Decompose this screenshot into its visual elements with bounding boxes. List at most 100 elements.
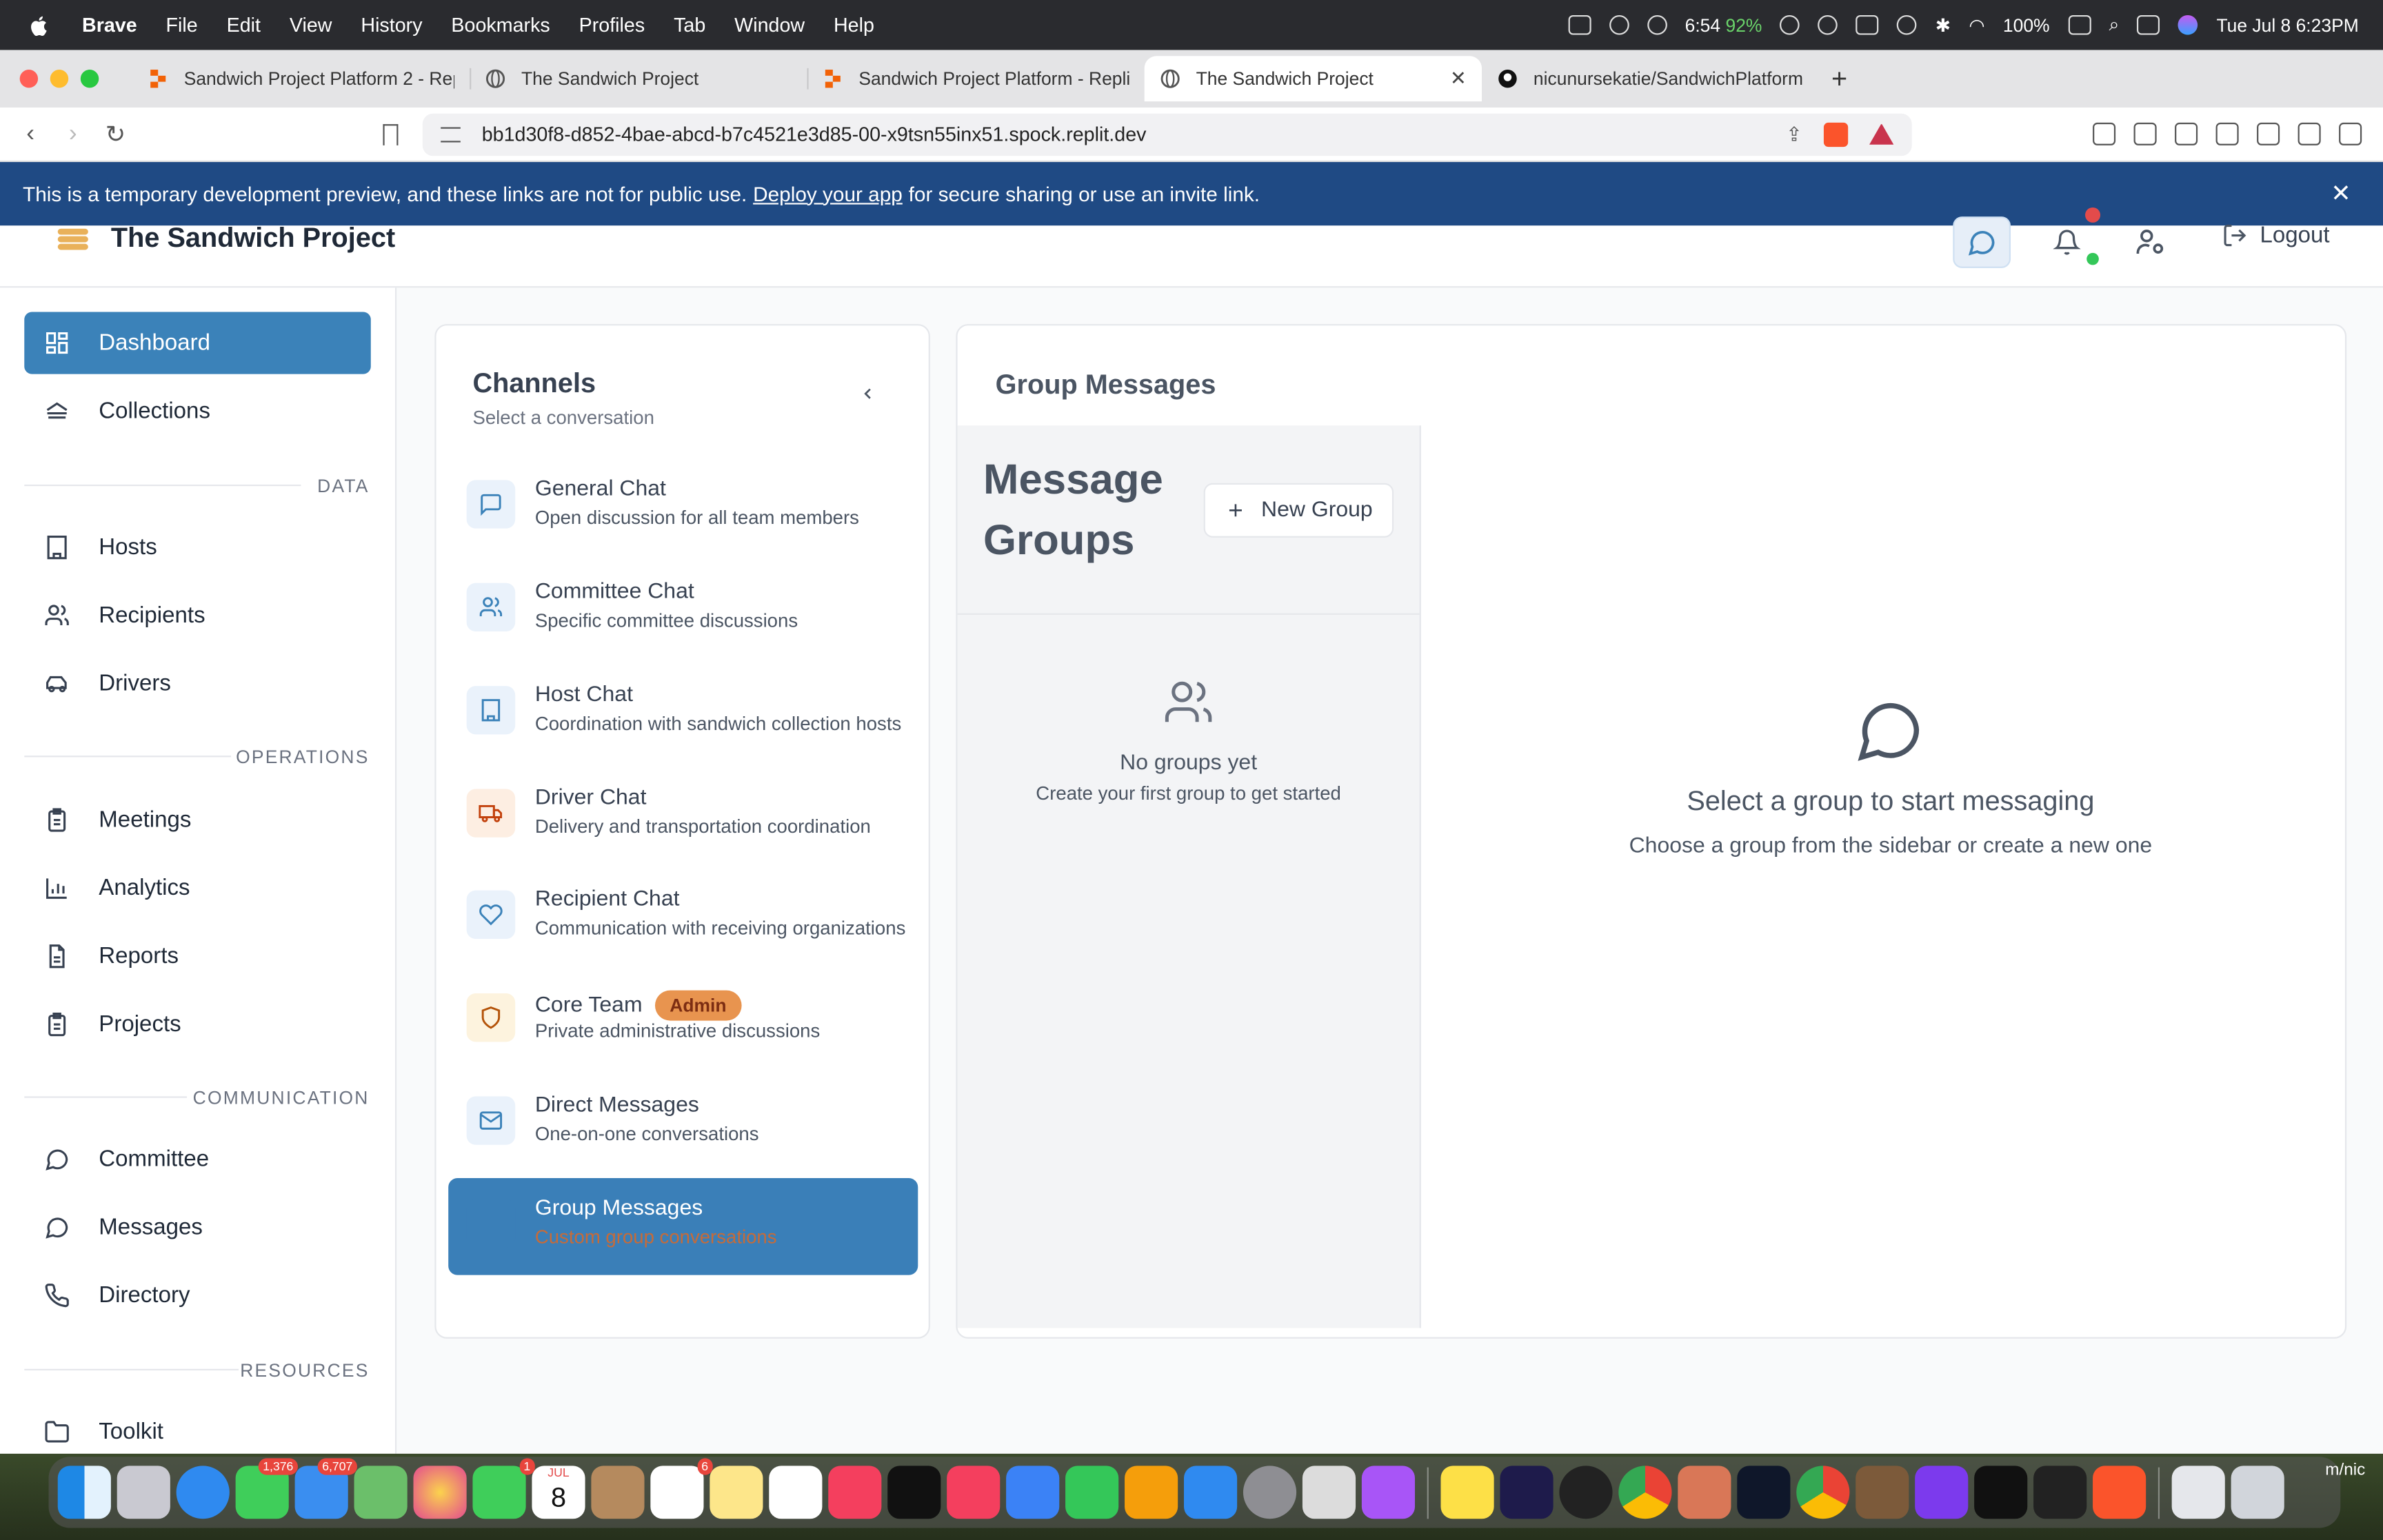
browser-tab[interactable]: Sandwich Project Platform 2 - Repl: [132, 56, 470, 101]
menu-tab[interactable]: Tab: [674, 14, 705, 37]
channel-driver-chat[interactable]: Driver Chat Delivery and transportation …: [448, 768, 918, 865]
channel-recipient-chat[interactable]: Recipient Chat Communication with receiv…: [448, 869, 918, 966]
channel-group-messages[interactable]: Group Messages Custom group conversation…: [448, 1178, 918, 1275]
forward-icon[interactable]: ›: [61, 121, 85, 148]
menu-icon[interactable]: [2339, 122, 2362, 145]
tv-icon[interactable]: [887, 1466, 941, 1519]
messages-icon[interactable]: 1,376: [235, 1458, 299, 1519]
sidebar-item-recipients[interactable]: Recipients: [24, 585, 371, 647]
minimize-window-button[interactable]: [50, 70, 69, 88]
trash-icon[interactable]: [2231, 1466, 2284, 1519]
user-settings-button[interactable]: [2122, 216, 2180, 268]
photos-icon[interactable]: [413, 1466, 467, 1519]
apple-icon[interactable]: [28, 13, 52, 37]
keynote-icon[interactable]: [1006, 1466, 1060, 1519]
numbers-icon[interactable]: [1065, 1466, 1119, 1519]
collapse-chevron-left-icon[interactable]: [858, 383, 876, 407]
system-settings-icon[interactable]: [1243, 1466, 1297, 1519]
menu-help[interactable]: Help: [834, 14, 874, 37]
freeform-icon[interactable]: [769, 1466, 823, 1519]
maps-icon[interactable]: [354, 1466, 408, 1519]
app-icon[interactable]: [1915, 1466, 1969, 1519]
channel-general-chat[interactable]: General Chat Open discussion for all tea…: [448, 459, 918, 556]
sidebar-item-messages[interactable]: Messages: [24, 1196, 371, 1258]
feedback-icon[interactable]: [1361, 1466, 1416, 1519]
channel-committee-chat[interactable]: Committee Chat Specific committee discus…: [448, 562, 918, 659]
app-icon[interactable]: [1500, 1466, 1554, 1519]
sidebar-item-directory[interactable]: Directory: [24, 1264, 371, 1326]
app-icon[interactable]: [2033, 1466, 2087, 1519]
sidebar-item-dashboard[interactable]: Dashboard: [24, 312, 371, 374]
new-group-button[interactable]: New Group: [1203, 483, 1394, 538]
sidebar-item-reports[interactable]: Reports: [24, 925, 371, 987]
siri-icon[interactable]: [2178, 14, 2198, 35]
channel-direct-messages[interactable]: Direct Messages One-on-one conversations: [448, 1075, 918, 1173]
back-icon[interactable]: ‹: [18, 121, 42, 148]
sidebar-item-projects[interactable]: Projects: [24, 993, 371, 1055]
site-settings-icon[interactable]: [441, 126, 461, 142]
vpn-icon[interactable]: [2297, 122, 2321, 145]
leo-icon[interactable]: [2257, 122, 2280, 145]
wifi-icon[interactable]: ◠: [1969, 14, 1984, 36]
menu-file[interactable]: File: [166, 14, 198, 37]
share-icon[interactable]: ⇪: [1786, 122, 1802, 146]
sidebar-item-hosts[interactable]: Hosts: [24, 516, 371, 578]
wallet-icon[interactable]: [2215, 122, 2239, 145]
airdrop-icon[interactable]: [1897, 14, 1918, 35]
activity-monitor-icon[interactable]: [1737, 1466, 1791, 1519]
reader-icon[interactable]: [2133, 122, 2157, 145]
menu-view[interactable]: View: [290, 14, 332, 37]
browser-tab[interactable]: The Sandwich Project: [470, 56, 807, 101]
sidebar-item-drivers[interactable]: Drivers: [24, 653, 371, 715]
menu-window[interactable]: Window: [734, 14, 805, 37]
chatgpt-icon[interactable]: [1559, 1466, 1613, 1519]
status-app-icon[interactable]: [1647, 14, 1667, 35]
reload-icon[interactable]: ↻: [103, 119, 128, 149]
battery-readout[interactable]: 100%: [2003, 14, 2050, 36]
mail-icon[interactable]: 6,707: [294, 1458, 357, 1519]
url-field[interactable]: bb1d30f8-d852-4bae-abcd-b7c4521e3d85-00-…: [422, 112, 1912, 156]
close-banner-icon[interactable]: ✕: [2331, 179, 2351, 209]
browser-tab[interactable]: Sandwich Project Platform - Replit: [807, 56, 1144, 101]
pages-icon[interactable]: [1125, 1466, 1178, 1519]
control-center-icon[interactable]: [2137, 14, 2160, 35]
zoom-window-button[interactable]: [80, 70, 99, 88]
contacts-icon[interactable]: [591, 1466, 645, 1519]
music-icon[interactable]: [828, 1466, 882, 1519]
launchpad-icon[interactable]: [117, 1466, 170, 1519]
finder-icon[interactable]: [57, 1466, 111, 1519]
status-app-icon[interactable]: [1609, 14, 1629, 35]
bookmark-icon[interactable]: [383, 123, 399, 145]
menu-profiles[interactable]: Profiles: [579, 14, 645, 37]
browser-tab[interactable]: nicunursekatie/SandwichPlatform:: [1482, 56, 1819, 101]
sidebar-item-collections[interactable]: Collections: [24, 380, 371, 442]
browser-tab-active[interactable]: The Sandwich Project ✕: [1144, 56, 1482, 102]
app-icon[interactable]: [1856, 1466, 1909, 1519]
menu-app-name[interactable]: Brave: [82, 14, 137, 37]
safari-icon[interactable]: [176, 1466, 230, 1519]
status-app-icon[interactable]: [1567, 14, 1591, 35]
status-app-icon[interactable]: [1856, 14, 1880, 35]
notes-icon[interactable]: [710, 1466, 763, 1519]
brave-icon[interactable]: [2093, 1466, 2146, 1519]
status-app-icon[interactable]: [1818, 14, 1838, 35]
brave-rewards-icon[interactable]: [1869, 123, 1894, 145]
news-icon[interactable]: [947, 1466, 1001, 1519]
menu-edit[interactable]: Edit: [227, 14, 261, 37]
reminders-icon[interactable]: 6: [650, 1458, 713, 1519]
url-text[interactable]: bb1d30f8-d852-4bae-abcd-b7c4521e3d85-00-…: [482, 123, 1786, 145]
sidebar-item-meetings[interactable]: Meetings: [24, 789, 371, 851]
claude-icon[interactable]: [1678, 1466, 1731, 1519]
chrome-icon[interactable]: [1796, 1466, 1850, 1519]
new-tab-button[interactable]: +: [1831, 63, 1847, 94]
facetime-icon[interactable]: 1: [472, 1458, 535, 1519]
bluetooth-icon[interactable]: ✱: [1935, 14, 1951, 36]
sidebar-item-analytics[interactable]: Analytics: [24, 857, 371, 919]
brave-shields-icon[interactable]: [1823, 121, 1849, 146]
menu-history[interactable]: History: [361, 14, 422, 37]
sidebar-item-committee[interactable]: Committee: [24, 1128, 371, 1191]
status-app-icon[interactable]: [1780, 14, 1800, 35]
logout-button[interactable]: Logout: [2222, 223, 2330, 248]
deploy-link[interactable]: Deploy your app: [753, 183, 903, 205]
sidebar-toggle-icon[interactable]: [2175, 122, 2198, 145]
